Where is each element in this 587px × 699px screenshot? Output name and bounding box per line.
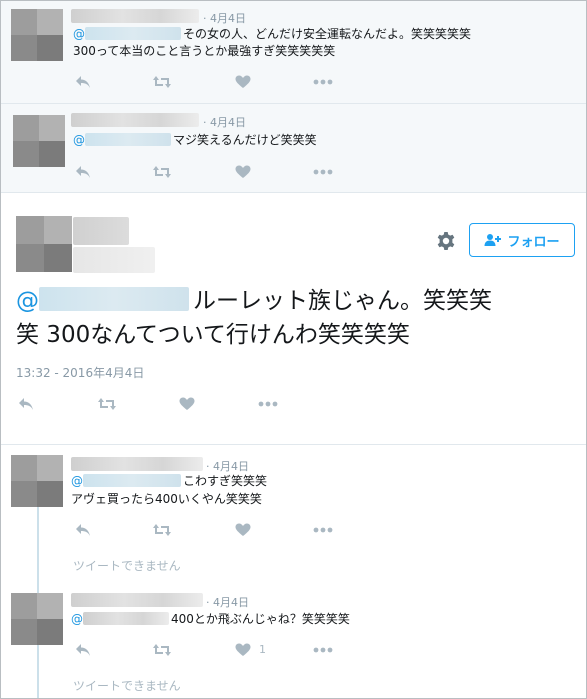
mention[interactable]: @ bbox=[71, 474, 83, 488]
retweet-button[interactable] bbox=[152, 164, 172, 180]
tweet-text-line1: マジ笑えるんだけど笑笑笑 bbox=[173, 133, 317, 147]
blurred-mention bbox=[83, 474, 181, 487]
tweet-conversation-page: · 4月4日 @ その女の人、どんだけ安全運転なんだよ。笑笑笑笑笑 300って本当… bbox=[0, 0, 587, 699]
reply-tweet[interactable]: · 4月4日 @ こわすぎ笑笑笑 アヴェ買ったら400いくやん笑笑笑 ツイートでき… bbox=[1, 445, 586, 583]
heart-icon bbox=[179, 397, 195, 410]
context-tweet[interactable]: · 4月4日 @ その女の人、どんだけ安全運転なんだよ。笑笑笑笑笑 300って本当… bbox=[1, 1, 586, 104]
tweet-text-line1: こわすぎ笑笑笑 bbox=[183, 474, 268, 488]
tweet-text-line1: ルーレット族じゃん。笑笑笑 bbox=[193, 288, 492, 314]
like-button[interactable] bbox=[177, 396, 197, 412]
blurred-username bbox=[71, 457, 203, 471]
retweet-button[interactable] bbox=[152, 642, 172, 658]
reply-icon bbox=[76, 76, 90, 88]
retweet-button[interactable] bbox=[152, 522, 172, 538]
mention[interactable]: @ bbox=[16, 288, 39, 314]
tweet-date[interactable]: · 4月4日 bbox=[203, 10, 246, 26]
more-button[interactable] bbox=[313, 74, 333, 90]
reply-button[interactable] bbox=[73, 164, 93, 180]
more-dots-icon bbox=[258, 401, 278, 407]
tweet-actions bbox=[16, 396, 286, 412]
tweet-text-line2: 300って本当のこと言うとか最強すぎ笑笑笑笑笑 bbox=[73, 44, 336, 58]
reply-button[interactable] bbox=[73, 522, 93, 538]
reply-icon bbox=[19, 398, 33, 410]
blurred-username bbox=[71, 593, 203, 607]
tweet-text-line1: 400とか飛ぶんじゃね？笑笑笑笑 bbox=[171, 612, 350, 626]
reply-icon bbox=[76, 166, 90, 178]
retweet-button[interactable] bbox=[152, 74, 172, 90]
tweet-text-line1: その女の人、どんだけ安全運転なんだよ。笑笑笑笑笑 bbox=[183, 27, 472, 41]
mention[interactable]: @ bbox=[73, 133, 85, 147]
tweet-text: @ マジ笑えるんだけど笑笑笑 bbox=[73, 132, 317, 149]
like-button[interactable] bbox=[233, 642, 253, 658]
blurred-mention bbox=[85, 27, 181, 40]
more-dots-icon bbox=[313, 79, 333, 85]
avatar[interactable] bbox=[11, 9, 63, 61]
more-button[interactable] bbox=[313, 164, 333, 180]
gear-icon[interactable] bbox=[436, 231, 456, 251]
follow-person-icon bbox=[484, 234, 502, 246]
tweet-date[interactable]: · 4月4日 bbox=[206, 594, 249, 610]
reply-button[interactable] bbox=[73, 74, 93, 90]
reply-button[interactable] bbox=[16, 396, 36, 412]
tweet-text-line2: 笑 300なんてついて行けんわ笑笑笑笑 bbox=[16, 322, 410, 348]
avatar[interactable] bbox=[13, 115, 65, 167]
blurred-mention bbox=[39, 287, 189, 311]
tweet-text: @ こわすぎ笑笑笑 bbox=[71, 473, 267, 490]
retweet-icon bbox=[153, 524, 171, 536]
more-dots-icon bbox=[313, 169, 333, 175]
tweet-text: @ ルーレット族じゃん。笑笑笑 笑 300なんてついて行けんわ笑笑笑笑 bbox=[16, 284, 576, 352]
like-button[interactable] bbox=[233, 522, 253, 538]
permalink-tweet: フォロー @ ルーレット族じゃん。笑笑笑 笑 300なんてついて行けんわ笑笑笑笑 … bbox=[1, 193, 586, 445]
follow-button[interactable]: フォロー bbox=[469, 223, 575, 257]
more-dots-icon bbox=[313, 527, 333, 533]
tweet-date[interactable]: · 4月4日 bbox=[206, 458, 249, 474]
tweet-actions bbox=[73, 164, 343, 180]
heart-icon bbox=[235, 75, 251, 88]
tweet-actions bbox=[73, 74, 343, 90]
blurred-username bbox=[71, 9, 199, 23]
reply-icon bbox=[76, 644, 90, 656]
tweet-text: @ その女の人、どんだけ安全運転なんだよ。笑笑笑笑笑 bbox=[73, 26, 471, 43]
blurred-mention bbox=[83, 612, 169, 625]
avatar[interactable] bbox=[11, 455, 63, 507]
retweet-icon bbox=[98, 398, 116, 410]
blurred-display-name bbox=[73, 217, 129, 245]
retweet-icon bbox=[153, 76, 171, 88]
context-tweet[interactable]: · 4月4日 @ マジ笑えるんだけど笑笑笑 bbox=[1, 104, 586, 193]
avatar[interactable] bbox=[11, 593, 63, 645]
more-button[interactable] bbox=[258, 396, 278, 412]
heart-icon bbox=[235, 165, 251, 178]
tweet-actions: 1 bbox=[73, 642, 343, 658]
retweet-icon bbox=[153, 644, 171, 656]
tweet-date[interactable]: · 4月4日 bbox=[203, 114, 246, 130]
more-button[interactable] bbox=[313, 642, 333, 658]
heart-icon bbox=[235, 643, 251, 656]
blurred-mention bbox=[85, 133, 171, 146]
heart-icon bbox=[235, 523, 251, 536]
tweet-unavailable-text: ツイートできません bbox=[73, 559, 181, 573]
tweet-actions bbox=[73, 522, 343, 538]
tweet-text: @400とか飛ぶんじゃね？笑笑笑笑 bbox=[71, 611, 350, 628]
like-count: 1 bbox=[259, 643, 266, 656]
like-button[interactable] bbox=[233, 74, 253, 90]
mention[interactable]: @ bbox=[73, 27, 85, 41]
reply-icon bbox=[76, 524, 90, 536]
mention[interactable]: @ bbox=[71, 612, 83, 626]
reply-button[interactable] bbox=[73, 642, 93, 658]
more-dots-icon bbox=[313, 647, 333, 653]
tweet-unavailable-text: ツイートできません bbox=[73, 679, 181, 693]
avatar[interactable] bbox=[16, 216, 72, 272]
reply-tweet[interactable]: · 4月4日 @400とか飛ぶんじゃね？笑笑笑笑 1 ツイートできません bbox=[1, 583, 586, 698]
like-button[interactable] bbox=[233, 164, 253, 180]
tweet-text-line2: アヴェ買ったら400いくやん笑笑笑 bbox=[71, 492, 262, 506]
more-button[interactable] bbox=[313, 522, 333, 538]
retweet-icon bbox=[153, 166, 171, 178]
blurred-screen-name bbox=[73, 247, 155, 273]
tweet-timestamp[interactable]: 13:32 - 2016年4月4日 bbox=[16, 364, 144, 381]
blurred-username bbox=[71, 113, 199, 127]
follow-button-label: フォロー bbox=[507, 234, 560, 250]
retweet-button[interactable] bbox=[97, 396, 117, 412]
